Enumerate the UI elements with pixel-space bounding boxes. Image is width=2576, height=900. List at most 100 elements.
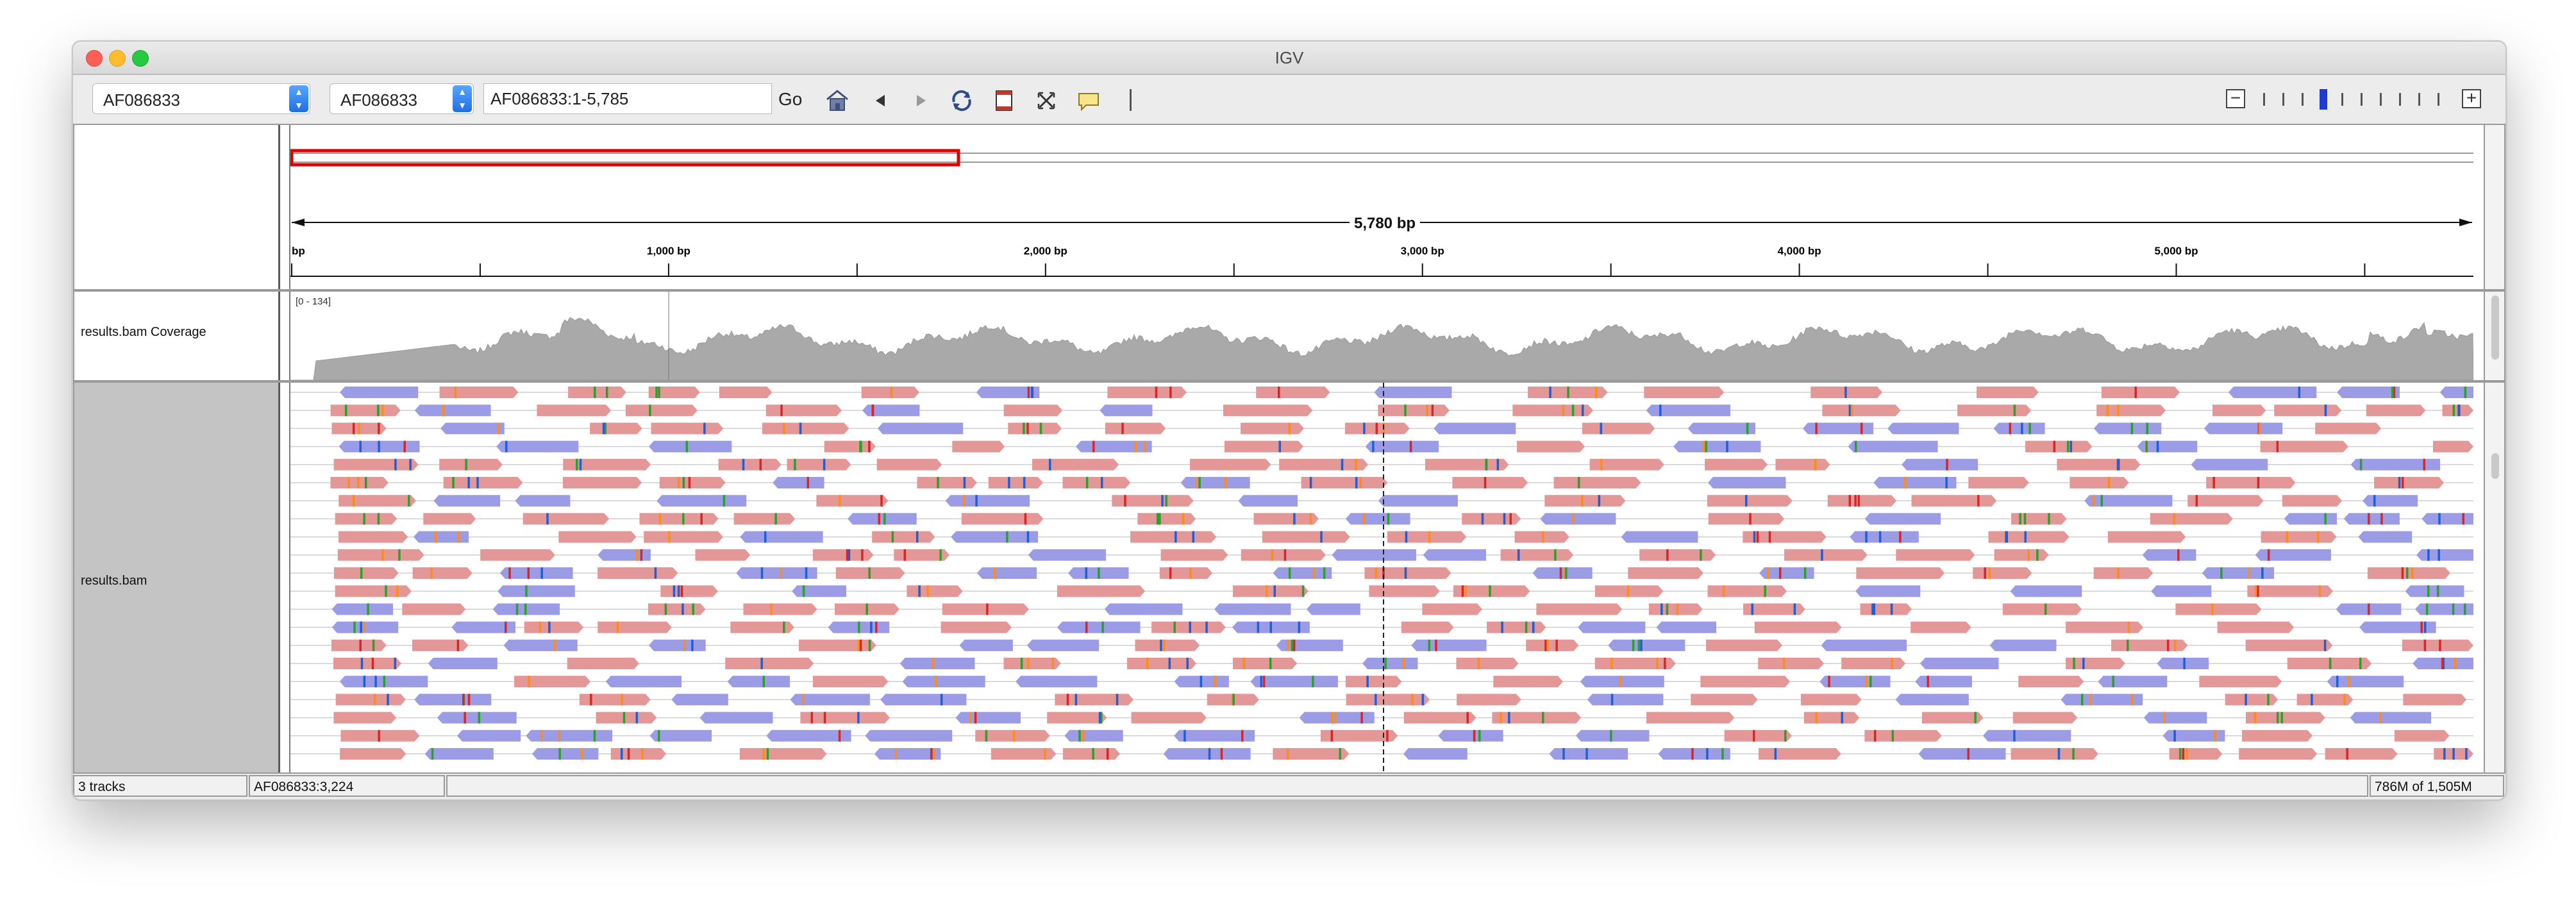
reverse-read[interactable] [2327,676,2404,688]
forward-read[interactable] [439,387,519,398]
forward-read[interactable] [333,712,397,724]
reverse-read[interactable] [862,404,920,417]
forward-read[interactable] [1544,495,1626,507]
forward-read[interactable] [2187,495,2264,507]
forward-read[interactable] [2217,621,2295,633]
forward-read[interactable] [988,477,1043,488]
forward-read[interactable] [1594,658,1676,669]
reverse-read[interactable] [1658,748,1730,760]
forward-read[interactable] [872,531,935,543]
forward-read[interactable] [1976,387,2039,398]
forward-read[interactable] [2057,458,2141,471]
forward-read[interactable] [1691,694,1758,706]
forward-read[interactable] [1708,513,1785,525]
reverse-read[interactable] [1540,513,1616,525]
forward-read[interactable] [598,621,672,633]
reverse-read[interactable] [1434,422,1516,435]
reverse-read[interactable] [1374,387,1452,398]
reverse-read[interactable] [766,729,851,742]
reverse-read[interactable] [428,658,498,669]
forward-read[interactable] [787,458,851,471]
forward-read[interactable] [1500,549,1574,561]
reverse-read[interactable] [1993,422,2045,435]
forward-read[interactable] [567,658,639,669]
forward-read[interactable] [333,658,402,669]
zoom-in-button[interactable]: + [2462,89,2481,108]
forward-read[interactable] [659,477,726,488]
forward-read[interactable] [733,513,796,525]
forward-read[interactable] [402,603,466,615]
reverse-read[interactable] [1580,676,1664,688]
forward-read[interactable] [2402,639,2473,651]
forward-read[interactable] [1241,422,1305,435]
forward-read[interactable] [2432,440,2473,453]
forward-read[interactable] [340,729,420,742]
forward-read[interactable] [1536,603,1623,615]
forward-read[interactable] [1456,658,1519,669]
zoom-tick[interactable] [2361,93,2363,106]
forward-read[interactable] [1273,748,1350,760]
resize-to-window-icon[interactable] [1033,88,1059,113]
forward-read[interactable] [1422,603,1482,615]
forward-read[interactable] [1800,694,1862,706]
reverse-read[interactable] [531,748,599,760]
forward-read[interactable] [762,422,849,435]
forward-read[interactable] [651,422,724,435]
zoom-tick[interactable] [2282,93,2284,106]
forward-read[interactable] [1706,639,1783,651]
forward-read[interactable] [800,712,890,724]
forward-read[interactable] [412,567,473,579]
forward-read[interactable] [941,621,1012,633]
reverse-read[interactable] [736,567,817,579]
zoom-tick[interactable] [2380,93,2382,106]
forward-read[interactable] [337,549,424,561]
reverse-read[interactable] [1026,639,1100,651]
reverse-read[interactable] [2204,422,2283,435]
forward-read[interactable] [610,748,667,760]
reverse-read[interactable] [1673,440,1761,453]
forward-read[interactable] [1190,458,1271,471]
forward-read[interactable] [743,603,817,615]
forward-read[interactable] [1151,621,1226,633]
reverse-read[interactable] [2157,658,2209,669]
forward-read[interactable] [991,748,1057,760]
forward-read[interactable] [1137,513,1196,525]
forward-read[interactable] [2325,748,2398,760]
forward-read[interactable] [330,477,389,488]
reverse-read[interactable] [649,440,732,453]
forward-read[interactable] [1803,712,1860,724]
zoom-tick[interactable] [2438,93,2439,106]
forward-read[interactable] [2212,404,2266,417]
forward-read[interactable] [2282,495,2343,507]
forward-read[interactable] [2002,603,2082,615]
forward-read[interactable] [648,603,706,615]
zoom-tick[interactable] [2399,93,2401,106]
reverse-read[interactable] [2439,387,2473,398]
forward-read[interactable] [423,513,476,525]
reverse-read[interactable] [1365,440,1439,453]
reverse-read[interactable] [2358,531,2413,543]
forward-read[interactable] [876,458,942,471]
forward-read[interactable] [1253,513,1319,525]
alignment-data-area[interactable] [290,383,2485,772]
forward-read[interactable] [1517,440,1585,453]
forward-read[interactable] [1387,531,1467,543]
forward-read[interactable] [1232,585,1309,597]
forward-read[interactable] [558,531,637,543]
forward-read[interactable] [1425,458,1509,471]
forward-read[interactable] [2066,621,2143,633]
reverse-read[interactable] [2416,549,2473,561]
forward-read[interactable] [2374,477,2445,488]
forward-read[interactable] [1724,729,1793,742]
forward-read[interactable] [333,567,399,579]
forward-read[interactable] [1135,639,1200,651]
reverse-read[interactable] [955,712,1021,724]
zoom-tick[interactable] [2263,93,2265,106]
zoom-tick[interactable] [2418,93,2420,106]
forward-read[interactable] [1127,658,1197,669]
forward-read[interactable] [1644,387,1725,398]
forward-read[interactable] [2261,531,2337,543]
reverse-read[interactable] [976,567,1037,579]
forward-read[interactable] [719,387,773,398]
reverse-read[interactable] [1028,549,1107,561]
